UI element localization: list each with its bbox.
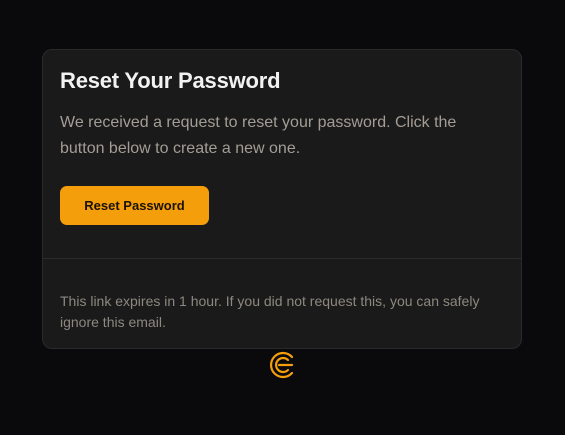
email-message: We received a request to reset your pass… <box>60 114 457 157</box>
email-card: Reset Your Password We received a reques… <box>42 49 522 349</box>
brand-logo-icon <box>266 348 298 382</box>
email-title: Reset Your Password <box>60 68 281 93</box>
reset-password-button[interactable]: Reset Password <box>60 186 209 225</box>
expiry-note: This link expires in 1 hour. If you did … <box>60 293 480 330</box>
brand-logo-svg <box>270 351 294 379</box>
email-body: Reset Your Password We received a reques… <box>43 50 521 259</box>
